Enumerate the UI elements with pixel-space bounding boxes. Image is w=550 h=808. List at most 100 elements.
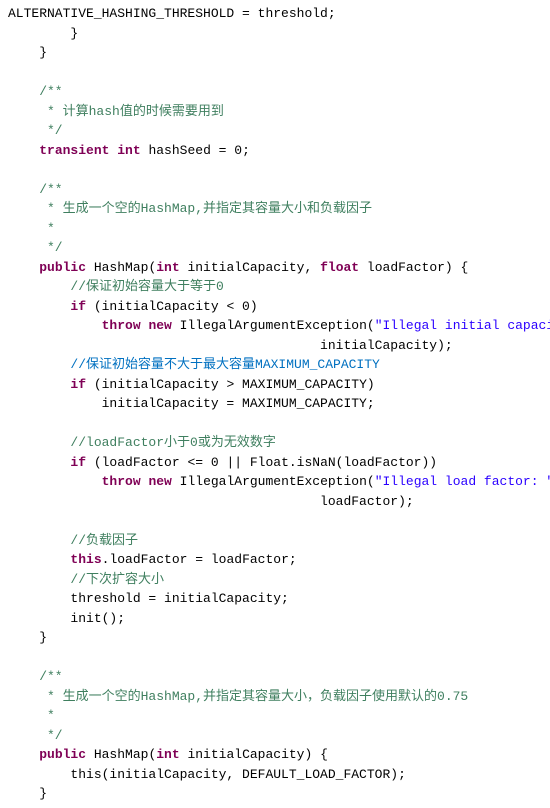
code-line: } — [0, 628, 550, 648]
code-line — [0, 63, 550, 83]
code-token: /** — [8, 182, 63, 197]
code-line: */ — [0, 121, 550, 141]
code-line: * 生成一个空的HashMap,并指定其容量大小和负载因子 — [0, 199, 550, 219]
code-line: this(initialCapacity, DEFAULT_LOAD_FACTO… — [0, 765, 550, 785]
code-line — [0, 648, 550, 668]
code-token: new — [148, 318, 171, 333]
code-token: init(); — [8, 611, 125, 626]
code-line: /** — [0, 82, 550, 102]
code-line: } — [0, 784, 550, 804]
code-token: /** — [8, 669, 63, 684]
code-token: * 生成一个空的HashMap,并指定其容量大小，负载因子使用默认的0.75 — [8, 689, 468, 704]
code-token: (initialCapacity > MAXIMUM_CAPACITY) — [86, 377, 375, 392]
code-token: loadFactor); — [8, 494, 414, 509]
code-line — [0, 511, 550, 531]
code-line: throw new IllegalArgumentException("Ille… — [0, 316, 550, 336]
code-token: threshold = initialCapacity; — [8, 591, 289, 606]
code-token — [8, 299, 70, 314]
code-line: /** — [0, 180, 550, 200]
code-token: } — [8, 45, 47, 60]
code-token: this(initialCapacity, DEFAULT_LOAD_FACTO… — [8, 767, 406, 782]
code-token: initialCapacity); — [8, 338, 453, 353]
code-line: */ — [0, 238, 550, 258]
code-token: * — [8, 221, 55, 236]
code-token: //loadFactor小于0或为无效数字 — [8, 435, 276, 450]
code-viewer: ALTERNATIVE_HASHING_THRESHOLD = threshol… — [0, 0, 550, 808]
code-token: throw — [102, 318, 141, 333]
code-token: //下次扩容大小 — [8, 572, 164, 587]
code-token: transient — [39, 143, 109, 158]
code-line — [0, 414, 550, 434]
code-line: throw new IllegalArgumentException("Ille… — [0, 472, 550, 492]
code-token: * 计算hash值的时候需要用到 — [8, 104, 224, 119]
code-line: initialCapacity = MAXIMUM_CAPACITY; — [0, 394, 550, 414]
code-line: transient int hashSeed = 0; — [0, 141, 550, 161]
code-line: if (initialCapacity < 0) — [0, 297, 550, 317]
code-token: initialCapacity = MAXIMUM_CAPACITY; — [8, 396, 375, 411]
code-line: public HashMap(int initialCapacity, floa… — [0, 258, 550, 278]
code-line: this.loadFactor = loadFactor; — [0, 550, 550, 570]
code-token: //保证初始容量大于等于0 — [8, 279, 224, 294]
code-token: "Illegal initial capacity: " — [375, 318, 550, 333]
code-token: float — [320, 260, 359, 275]
code-line: initialCapacity); — [0, 336, 550, 356]
code-token: */ — [8, 240, 63, 255]
code-token — [8, 747, 39, 762]
code-line: * 计算hash值的时候需要用到 — [0, 102, 550, 122]
code-line: * — [0, 706, 550, 726]
code-token: public — [39, 747, 86, 762]
code-token — [8, 260, 39, 275]
code-token — [8, 455, 70, 470]
code-token: public — [39, 260, 86, 275]
code-line: loadFactor); — [0, 492, 550, 512]
code-token: HashMap( — [86, 747, 156, 762]
code-line: * 生成一个空的HashMap,并指定其容量大小，负载因子使用默认的0.75 — [0, 687, 550, 707]
code-line: //loadFactor小于0或为无效数字 — [0, 433, 550, 453]
code-line: * — [0, 219, 550, 239]
code-token: */ — [8, 728, 63, 743]
code-line: threshold = initialCapacity; — [0, 589, 550, 609]
code-token: .loadFactor = loadFactor; — [102, 552, 297, 567]
code-token: IllegalArgumentException( — [172, 474, 375, 489]
code-token: int — [156, 260, 179, 275]
code-token: IllegalArgumentException( — [172, 318, 375, 333]
code-token: } — [8, 26, 78, 41]
code-line: if (initialCapacity > MAXIMUM_CAPACITY) — [0, 375, 550, 395]
code-line: public HashMap(int initialCapacity) { — [0, 745, 550, 765]
code-token: if — [70, 377, 86, 392]
code-line: if (loadFactor <= 0 || Float.isNaN(loadF… — [0, 453, 550, 473]
code-token: (loadFactor <= 0 || Float.isNaN(loadFact… — [86, 455, 437, 470]
code-token: } — [8, 630, 47, 645]
code-token — [8, 377, 70, 392]
code-token — [8, 318, 102, 333]
code-line: ALTERNATIVE_HASHING_THRESHOLD = threshol… — [0, 4, 550, 24]
code-token: this — [70, 552, 101, 567]
code-token: loadFactor) { — [359, 260, 468, 275]
code-token: initialCapacity) { — [180, 747, 328, 762]
code-token: * 生成一个空的HashMap,并指定其容量大小和负载因子 — [8, 201, 372, 216]
code-token: int — [117, 143, 140, 158]
code-token: int — [156, 747, 179, 762]
code-token: //负载因子 — [8, 533, 138, 548]
code-line: //下次扩容大小 — [0, 570, 550, 590]
code-token: /** — [8, 84, 63, 99]
code-token: if — [70, 455, 86, 470]
code-token: new — [148, 474, 171, 489]
code-line: */ — [0, 726, 550, 746]
code-token: "Illegal load factor: " — [375, 474, 550, 489]
code-token: */ — [8, 123, 63, 138]
code-token: ALTERNATIVE_HASHING_THRESHOLD = threshol… — [8, 6, 336, 21]
code-line: init(); — [0, 609, 550, 629]
code-token — [8, 143, 39, 158]
code-token: throw — [102, 474, 141, 489]
code-line: //保证初始容量大于等于0 — [0, 277, 550, 297]
code-token: } — [8, 786, 47, 801]
code-token: //保证初始容量不大于最大容量MAXIMUM_CAPACITY — [8, 357, 380, 372]
code-line: } — [0, 43, 550, 63]
code-line: //保证初始容量不大于最大容量MAXIMUM_CAPACITY — [0, 355, 550, 375]
code-token: if — [70, 299, 86, 314]
code-line: /** — [0, 667, 550, 687]
code-token: initialCapacity, — [180, 260, 320, 275]
code-token: (initialCapacity < 0) — [86, 299, 258, 314]
code-token — [8, 474, 102, 489]
